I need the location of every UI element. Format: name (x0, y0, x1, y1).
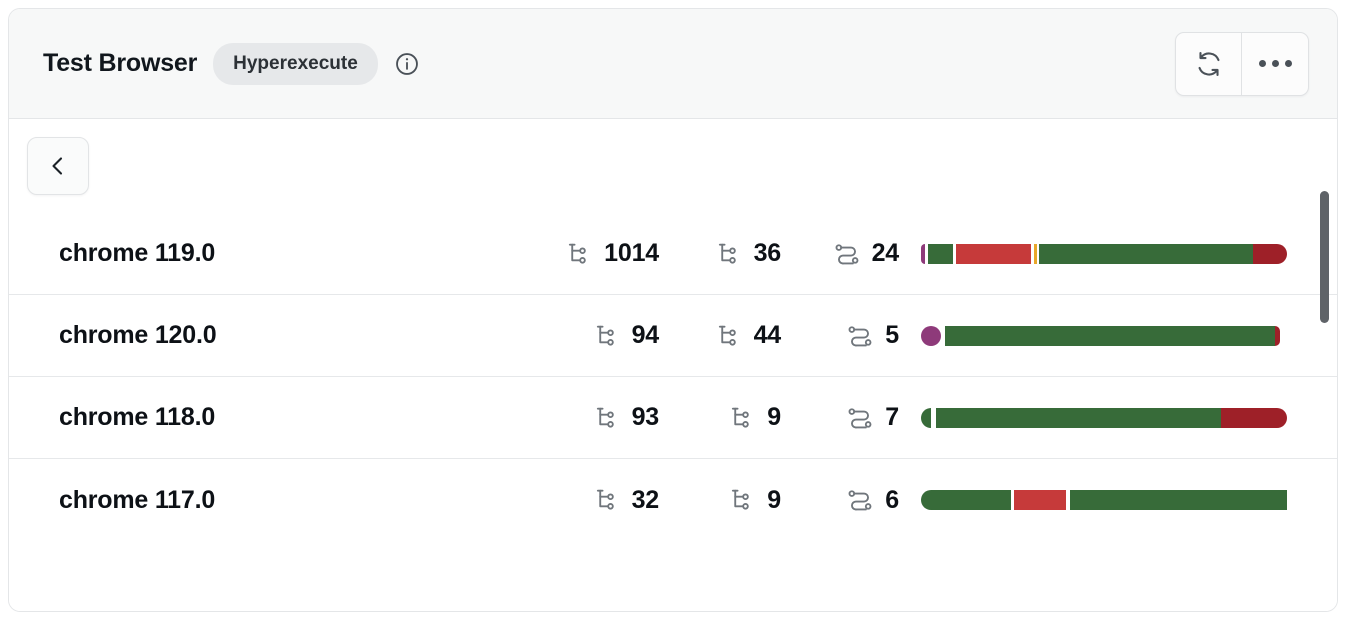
scrollbar-thumb[interactable] (1320, 191, 1329, 323)
status-segment-failed[interactable] (1014, 490, 1066, 510)
git-branch-icon (596, 407, 614, 428)
scrollbar-track[interactable] (1320, 191, 1329, 601)
status-segment-failed[interactable] (956, 243, 1031, 264)
ellipsis-icon (1258, 60, 1292, 67)
info-circle-icon[interactable] (394, 51, 420, 77)
metrics-group: 94 44 5 (534, 321, 899, 350)
metric-value: 24 (871, 239, 900, 267)
metric-2: 44 (659, 321, 781, 350)
metric-value: 44 (753, 321, 782, 349)
header-button-group (1175, 31, 1309, 96)
status-bar[interactable] (921, 407, 1287, 428)
status-segment-passed[interactable] (921, 490, 1011, 510)
back-bar (9, 119, 1337, 203)
metric-3: 24 (781, 239, 899, 268)
metric-2: 36 (659, 239, 781, 268)
metric-value: 9 (767, 403, 781, 431)
metric-value: 1014 (604, 239, 659, 267)
metric-1: 93 (534, 403, 659, 432)
table-row[interactable]: chrome 120.0 94 44 5 (9, 295, 1337, 377)
status-segment-passed[interactable] (1038, 243, 1253, 264)
status-bar[interactable] (921, 490, 1287, 510)
metric-3: 5 (781, 321, 899, 350)
metrics-group: 32 9 6 (534, 486, 899, 515)
metric-value: 5 (885, 321, 899, 349)
header-actions (1175, 31, 1309, 96)
metric-1: 94 (534, 321, 659, 350)
git-merge-route-icon (848, 325, 872, 346)
chevron-left-icon (52, 157, 63, 175)
browser-name-label: chrome 117.0 (59, 485, 216, 514)
metric-value: 6 (885, 485, 899, 514)
git-merge-route-icon (835, 243, 859, 264)
git-merge-route-icon (848, 490, 872, 511)
page-title: Test Browser (43, 49, 198, 77)
back-button[interactable] (27, 137, 89, 195)
status-segment-passed[interactable] (1069, 490, 1287, 510)
metric-2: 9 (659, 486, 781, 515)
git-branch-icon (718, 243, 736, 264)
test-browser-card: Test Browser Hyperexecute chrome 119.0 1… (8, 8, 1338, 612)
refresh-button[interactable] (1176, 32, 1242, 95)
status-segment-error[interactable] (1252, 243, 1287, 264)
header-left-group: Test Browser Hyperexecute (43, 42, 1175, 85)
git-branch-icon (718, 325, 736, 346)
browser-name-label: chrome 118.0 (59, 403, 216, 431)
metric-2: 9 (659, 403, 781, 432)
table-row[interactable]: chrome 117.0 32 9 6 (9, 459, 1337, 541)
metric-value: 94 (631, 321, 660, 349)
git-branch-icon (596, 325, 614, 346)
hyperexecute-badge[interactable]: Hyperexecute (213, 42, 378, 85)
git-branch-icon (732, 489, 750, 510)
metric-value: 36 (753, 239, 782, 267)
browser-rows-list: chrome 119.0 1014 36 24 chrome 120.0 94 44 5 chr… (9, 213, 1337, 541)
status-segment-passed[interactable] (944, 325, 1275, 346)
status-segment-passed[interactable] (921, 407, 932, 428)
git-merge-route-icon (848, 407, 872, 428)
more-options-button[interactable] (1242, 33, 1308, 95)
metric-3: 6 (781, 486, 899, 515)
git-branch-icon (732, 407, 750, 428)
status-bar[interactable] (921, 243, 1287, 264)
metrics-group: 93 9 7 (534, 403, 899, 432)
status-segment-error[interactable] (1221, 407, 1287, 428)
status-segment-passed[interactable] (927, 243, 953, 264)
metric-value: 9 (767, 485, 781, 514)
git-branch-icon (569, 243, 586, 264)
browser-name-label: chrome 119.0 (59, 239, 216, 267)
table-row[interactable]: chrome 119.0 1014 36 24 (9, 213, 1337, 295)
table-row[interactable]: chrome 118.0 93 9 7 (9, 377, 1337, 459)
status-segment-passed[interactable] (935, 407, 1222, 428)
metric-1: 1014 (534, 239, 659, 268)
metric-1: 32 (534, 486, 659, 515)
metrics-group: 1014 36 24 (534, 239, 899, 268)
metric-3: 7 (781, 403, 899, 432)
status-segment-gap (1280, 326, 1287, 346)
metric-value: 32 (631, 485, 660, 514)
card-body: chrome 119.0 1014 36 24 chrome 120.0 94 44 5 chr… (9, 119, 1337, 611)
card-header: Test Browser Hyperexecute (9, 9, 1337, 119)
browser-name-label: chrome 120.0 (59, 321, 217, 349)
git-branch-icon (596, 489, 614, 510)
status-bar[interactable] (921, 325, 1287, 346)
metric-value: 7 (885, 403, 899, 431)
metric-value: 93 (631, 403, 660, 431)
status-segment-queued[interactable] (921, 325, 942, 346)
